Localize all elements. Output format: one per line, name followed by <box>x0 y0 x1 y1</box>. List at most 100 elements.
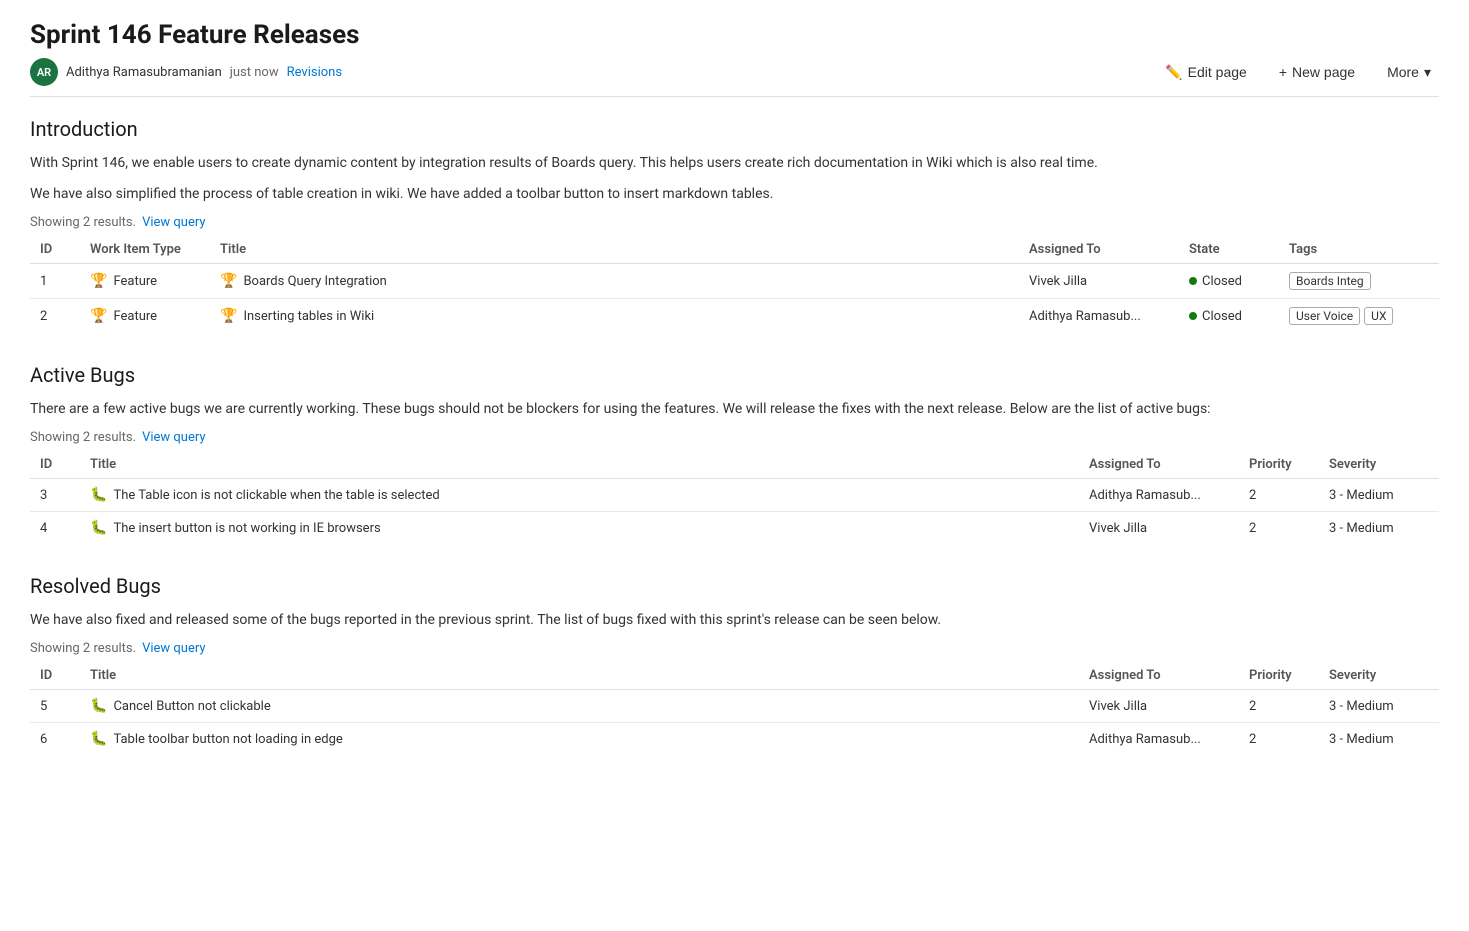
feature-icon: 🏆 <box>90 273 107 289</box>
intro-col-type: Work Item Type <box>80 236 210 264</box>
introduction-para-2: We have also simplified the process of t… <box>30 184 1439 205</box>
more-button[interactable]: More ▾ <box>1379 60 1439 85</box>
resolved-bugs-table-header: ID Title Assigned To Priority Severity <box>30 662 1439 690</box>
table-row: 1 🏆Feature 🏆Boards Query Integration Viv… <box>30 264 1439 299</box>
meta-left: AR Adithya Ramasubramanian just now Revi… <box>30 58 342 86</box>
resolved-bugs-view-query-link[interactable]: View query <box>142 641 205 656</box>
new-page-button[interactable]: + New page <box>1271 60 1363 84</box>
chevron-down-icon: ▾ <box>1424 64 1431 81</box>
resolved-bugs-table: ID Title Assigned To Priority Severity 5… <box>30 662 1439 755</box>
active-bugs-section: Active Bugs There are a few active bugs … <box>30 363 1439 544</box>
bug-icon: 🐛 <box>90 698 107 714</box>
state-dot <box>1189 312 1197 320</box>
rb-col-id: ID <box>30 662 80 690</box>
page-title: Sprint 146 Feature Releases <box>30 20 1439 50</box>
ab-col-severity: Severity <box>1319 451 1439 479</box>
tag-badge: UX <box>1364 307 1393 325</box>
pencil-icon: ✏️ <box>1165 64 1182 81</box>
intro-query-info: Showing 2 results. View query <box>30 215 1439 230</box>
cell-title: 🏆Inserting tables in Wiki <box>210 299 1019 334</box>
active-bugs-title: Active Bugs <box>30 363 1439 387</box>
more-label: More <box>1387 64 1419 80</box>
ab-col-title: Title <box>80 451 1079 479</box>
cell-priority: 2 <box>1239 479 1319 512</box>
resolved-bugs-showing-results: Showing 2 results. <box>30 641 136 656</box>
active-bugs-view-query-link[interactable]: View query <box>142 430 205 445</box>
ab-col-id: ID <box>30 451 80 479</box>
cell-id: 6 <box>30 723 80 756</box>
feature-icon: 🏆 <box>90 308 107 324</box>
cell-tags: Boards Integ <box>1279 264 1439 299</box>
resolved-bugs-title: Resolved Bugs <box>30 574 1439 598</box>
author-name: Adithya Ramasubramanian <box>66 65 222 80</box>
rb-col-assigned: Assigned To <box>1079 662 1239 690</box>
cell-assigned: Adithya Ramasub... <box>1079 479 1239 512</box>
intro-col-title: Title <box>210 236 1019 264</box>
intro-col-id: ID <box>30 236 80 264</box>
revisions-link[interactable]: Revisions <box>287 65 342 80</box>
introduction-table: ID Work Item Type Title Assigned To Stat… <box>30 236 1439 333</box>
introduction-title: Introduction <box>30 117 1439 141</box>
cell-assigned: Vivek Jilla <box>1079 690 1239 723</box>
cell-type: 🏆Feature <box>80 264 210 299</box>
tag-badge: User Voice <box>1289 307 1360 325</box>
table-row: 3 🐛The Table icon is not clickable when … <box>30 479 1439 512</box>
introduction-para-1: With Sprint 146, we enable users to crea… <box>30 153 1439 174</box>
cell-title: 🏆Boards Query Integration <box>210 264 1019 299</box>
rb-col-priority: Priority <box>1239 662 1319 690</box>
cell-id: 1 <box>30 264 80 299</box>
bug-icon: 🐛 <box>90 520 107 536</box>
meta-right: ✏️ Edit page + New page More ▾ <box>1157 60 1439 85</box>
cell-assigned: Vivek Jilla <box>1079 512 1239 545</box>
ab-col-assigned: Assigned To <box>1079 451 1239 479</box>
timestamp: just now <box>230 65 279 80</box>
edit-page-button[interactable]: ✏️ Edit page <box>1157 60 1255 85</box>
cell-state: Closed <box>1179 264 1279 299</box>
new-page-label: New page <box>1292 64 1355 80</box>
intro-view-query-link[interactable]: View query <box>142 215 205 230</box>
intro-col-assigned: Assigned To <box>1019 236 1179 264</box>
plus-icon: + <box>1279 64 1287 80</box>
table-row: 2 🏆Feature 🏆Inserting tables in Wiki Adi… <box>30 299 1439 334</box>
rb-col-severity: Severity <box>1319 662 1439 690</box>
cell-tags: User VoiceUX <box>1279 299 1439 334</box>
tag-badge: Boards Integ <box>1289 272 1371 290</box>
intro-showing-results: Showing 2 results. <box>30 215 136 230</box>
feature-icon: 🏆 <box>220 273 237 289</box>
active-bugs-showing-results: Showing 2 results. <box>30 430 136 445</box>
cell-priority: 2 <box>1239 723 1319 756</box>
feature-icon: 🏆 <box>220 308 237 324</box>
ab-col-priority: Priority <box>1239 451 1319 479</box>
cell-priority: 2 <box>1239 512 1319 545</box>
cell-id: 4 <box>30 512 80 545</box>
rb-col-title: Title <box>80 662 1079 690</box>
cell-state: Closed <box>1179 299 1279 334</box>
state-dot <box>1189 277 1197 285</box>
cell-assigned: Adithya Ramasub... <box>1079 723 1239 756</box>
avatar: AR <box>30 58 58 86</box>
cell-priority: 2 <box>1239 690 1319 723</box>
introduction-section: Introduction With Sprint 146, we enable … <box>30 117 1439 333</box>
cell-assigned: Vivek Jilla <box>1019 264 1179 299</box>
intro-col-tags: Tags <box>1279 236 1439 264</box>
cell-title: 🐛Table toolbar button not loading in edg… <box>80 723 1079 756</box>
cell-severity: 3 - Medium <box>1319 690 1439 723</box>
cell-severity: 3 - Medium <box>1319 479 1439 512</box>
cell-title: 🐛The Table icon is not clickable when th… <box>80 479 1079 512</box>
table-row: 6 🐛Table toolbar button not loading in e… <box>30 723 1439 756</box>
cell-severity: 3 - Medium <box>1319 723 1439 756</box>
active-bugs-description: There are a few active bugs we are curre… <box>30 399 1439 420</box>
table-row: 5 🐛Cancel Button not clickable Vivek Jil… <box>30 690 1439 723</box>
active-bugs-table-header: ID Title Assigned To Priority Severity <box>30 451 1439 479</box>
active-bugs-query-info: Showing 2 results. View query <box>30 430 1439 445</box>
table-row: 4 🐛The insert button is not working in I… <box>30 512 1439 545</box>
cell-id: 5 <box>30 690 80 723</box>
meta-bar: AR Adithya Ramasubramanian just now Revi… <box>30 58 1439 97</box>
bug-icon: 🐛 <box>90 731 107 747</box>
cell-severity: 3 - Medium <box>1319 512 1439 545</box>
cell-id: 2 <box>30 299 80 334</box>
cell-assigned: Adithya Ramasub... <box>1019 299 1179 334</box>
resolved-bugs-query-info: Showing 2 results. View query <box>30 641 1439 656</box>
edit-page-label: Edit page <box>1188 64 1247 80</box>
cell-id: 3 <box>30 479 80 512</box>
